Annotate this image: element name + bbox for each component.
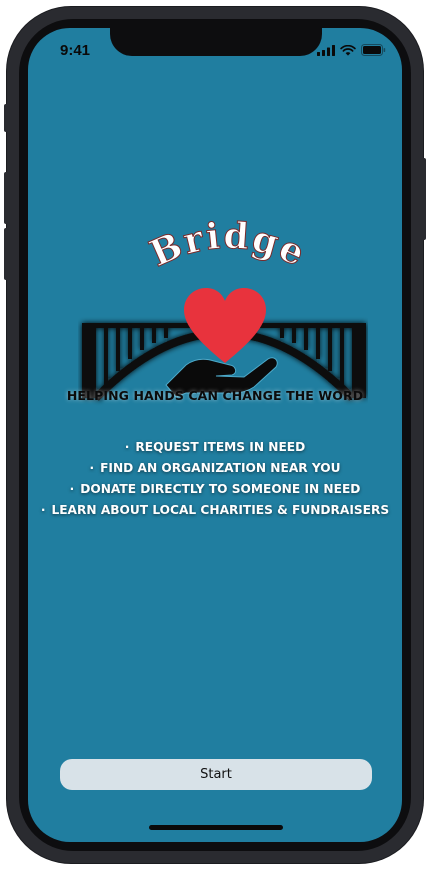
tagline: HELPING HANDS CAN CHANGE THE WORD [66,388,364,403]
feature-text: LEARN ABOUT LOCAL CHARITIES & FUNDRAISER… [51,503,390,517]
bridge-logo: Bridge [78,213,368,408]
home-indicator [149,825,283,830]
bullet: · [124,440,130,454]
bullet: · [40,503,46,517]
feature-text: FIND AN ORGANIZATION NEAR YOU [100,461,341,475]
heart-icon [184,288,266,363]
battery-icon [361,44,386,56]
feature-item: · FIND AN ORGANIZATION NEAR YOU [28,458,402,479]
start-button[interactable]: Start [60,759,372,790]
status-time: 9:41 [60,42,91,59]
feature-item: · REQUEST ITEMS IN NEED [28,437,402,458]
cellular-signal-icon [317,44,335,56]
bridge-logo-graphic: Bridge [82,214,366,401]
notch [110,28,322,56]
app-screen: 9:41 Bridge HELPING HANDS CAN CHANGE THE… [28,28,402,842]
side-button-volume-up [4,172,8,224]
status-icons [317,44,386,56]
bullet: · [69,482,75,496]
feature-text: REQUEST ITEMS IN NEED [135,440,306,454]
side-button-volume-down [4,228,8,280]
feature-item: · LEARN ABOUT LOCAL CHARITIES & FUNDRAISE… [28,500,402,521]
feature-text: DONATE DIRECTLY TO SOMEONE IN NEED [80,482,361,496]
feature-list: · REQUEST ITEMS IN NEED · FIND AN ORGANIZA… [28,437,402,521]
side-button-silent [4,104,8,132]
logo-wordmark: Bridge [144,214,313,275]
side-button-power [422,158,426,240]
feature-item: · DONATE DIRECTLY TO SOMEONE IN NEED [28,479,402,500]
wifi-icon [340,44,356,56]
bullet: · [89,461,95,475]
